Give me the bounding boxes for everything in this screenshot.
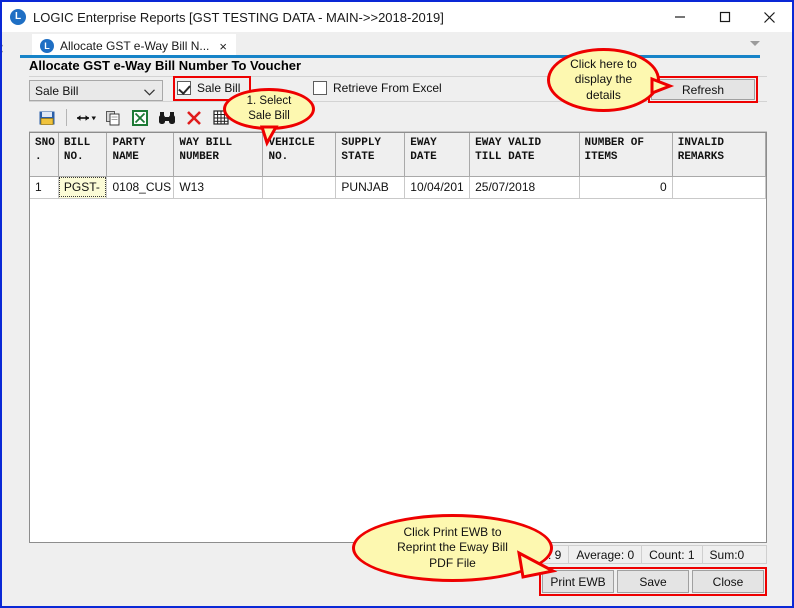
app-logo-icon: L: [10, 9, 26, 25]
fit-columns-icon: [77, 114, 96, 121]
column-header[interactable]: INVALID REMARKS: [672, 133, 766, 177]
column-header[interactable]: NUMBER OF ITEMS: [579, 133, 673, 177]
minimize-button[interactable]: [657, 2, 702, 32]
callout-tail-print: [517, 550, 558, 579]
table-row[interactable]: 1 PGST- 0108_CUS W13 PUNJAB 10/04/201 25/07/20…: [30, 176, 766, 199]
status-cell: Average: 0: [568, 545, 642, 564]
callout-refresh-text: Click here to display the details: [570, 56, 637, 102]
voucher-type-value: Sale Bill: [35, 83, 79, 98]
column-header[interactable]: EWAY DATE: [404, 133, 471, 177]
copy-button[interactable]: [101, 107, 125, 129]
close-icon: [764, 11, 775, 23]
save-button[interactable]: [35, 107, 59, 129]
title-bar: L LOGIC Enterprise Reports [GST TESTING …: [2, 2, 792, 32]
window-title: LOGIC Enterprise Reports [GST TESTING DA…: [33, 9, 444, 25]
toolbar-separator: [66, 109, 67, 126]
retrieve-from-excel-checkbox-label: Retrieve From Excel: [333, 81, 442, 95]
column-header[interactable]: EWAY VALID TILL DATE: [469, 133, 580, 177]
cell-invalid-remarks[interactable]: [672, 176, 766, 199]
page-title: Allocate GST e-Way Bill Number To Vouche…: [29, 58, 302, 73]
tab-label: Allocate GST e-Way Bill N...: [60, 39, 210, 53]
status-cell: Count: 1: [641, 545, 702, 564]
column-header[interactable]: SUPPLY STATE: [335, 133, 406, 177]
grid-empty-area: [30, 198, 766, 528]
callout-select-sale-bill-text: 1. Select Sale Bill: [246, 95, 292, 122]
status-cell: Sum:0: [701, 545, 767, 564]
copy-icon: [106, 110, 120, 125]
eway-bill-table: SNO . BILL NO. PARTY NAME WAY BILL NUMBER VE…: [30, 133, 766, 528]
application-window: L LOGIC Enterprise Reports [GST TESTING …: [0, 0, 794, 608]
tab-strip: L Allocate GST e-Way Bill N... ×: [20, 32, 774, 58]
cell-number-of-items[interactable]: 0: [579, 176, 673, 199]
cell-vehicle-no[interactable]: [262, 176, 337, 199]
eway-bill-grid[interactable]: SNO . BILL NO. PARTY NAME WAY BILL NUMBER VE…: [29, 132, 767, 543]
cell-way-bill-number[interactable]: W13: [173, 176, 264, 199]
callout-print-ewb-text: Click Print EWB to Reprint the Eway Bill…: [397, 524, 508, 570]
maximize-button[interactable]: [702, 2, 747, 32]
cell-eway-valid-till-date[interactable]: 25/07/2018: [469, 176, 580, 199]
voucher-type-select[interactable]: Sale Bill: [29, 80, 163, 101]
export-excel-icon: [132, 109, 148, 126]
document-windows-rail[interactable]: Document Windows: [729, 32, 792, 606]
delete-button[interactable]: [182, 107, 206, 129]
cell-sno[interactable]: 1: [30, 176, 59, 199]
maximize-icon: [719, 11, 730, 23]
column-header[interactable]: PARTY NAME: [106, 133, 175, 177]
menu-rail[interactable]: Menu: [2, 32, 20, 606]
delete-cross-icon: [187, 110, 201, 125]
save-icon: [39, 111, 55, 125]
export-excel-button[interactable]: [128, 107, 152, 129]
callout-print-ewb: Click Print EWB to Reprint the Eway Bill…: [352, 514, 558, 582]
column-header[interactable]: WAY BILL NUMBER: [173, 133, 264, 177]
cell-bill-no[interactable]: PGST-: [58, 176, 108, 199]
chevron-down-icon: [144, 89, 155, 96]
callout-refresh: Click here to display the details: [547, 48, 675, 112]
column-header[interactable]: BILL NO.: [58, 133, 108, 177]
retrieve-from-excel-checkbox-box[interactable]: [313, 81, 327, 95]
tab-overflow-chevron-down-icon[interactable]: [750, 41, 760, 46]
callout-tail-select: [259, 125, 279, 147]
find-button[interactable]: [155, 107, 179, 129]
grid-toolbar: [29, 104, 767, 132]
tab-logo-icon: L: [40, 39, 54, 53]
callout-tail-refresh: [650, 76, 675, 96]
fit-columns-button[interactable]: [74, 107, 98, 129]
find-binoculars-icon: [159, 111, 175, 124]
callout-select-sale-bill: 1. Select Sale Bill: [223, 88, 315, 147]
table-header-row: SNO . BILL NO. PARTY NAME WAY BILL NUMBER VE…: [30, 133, 766, 177]
minimize-icon: [674, 16, 685, 18]
tab-close-icon[interactable]: ×: [219, 40, 227, 53]
close-button[interactable]: [747, 2, 792, 32]
cell-eway-date[interactable]: 10/04/201: [404, 176, 471, 199]
menu-rail-label: Menu: [0, 44, 5, 72]
retrieve-from-excel-checkbox[interactable]: Retrieve From Excel: [313, 81, 442, 95]
cell-party-name[interactable]: 0108_CUS: [106, 176, 175, 199]
cell-supply-state[interactable]: PUNJAB: [335, 176, 406, 199]
window-controls: [657, 2, 792, 32]
column-header[interactable]: SNO .: [30, 133, 59, 177]
